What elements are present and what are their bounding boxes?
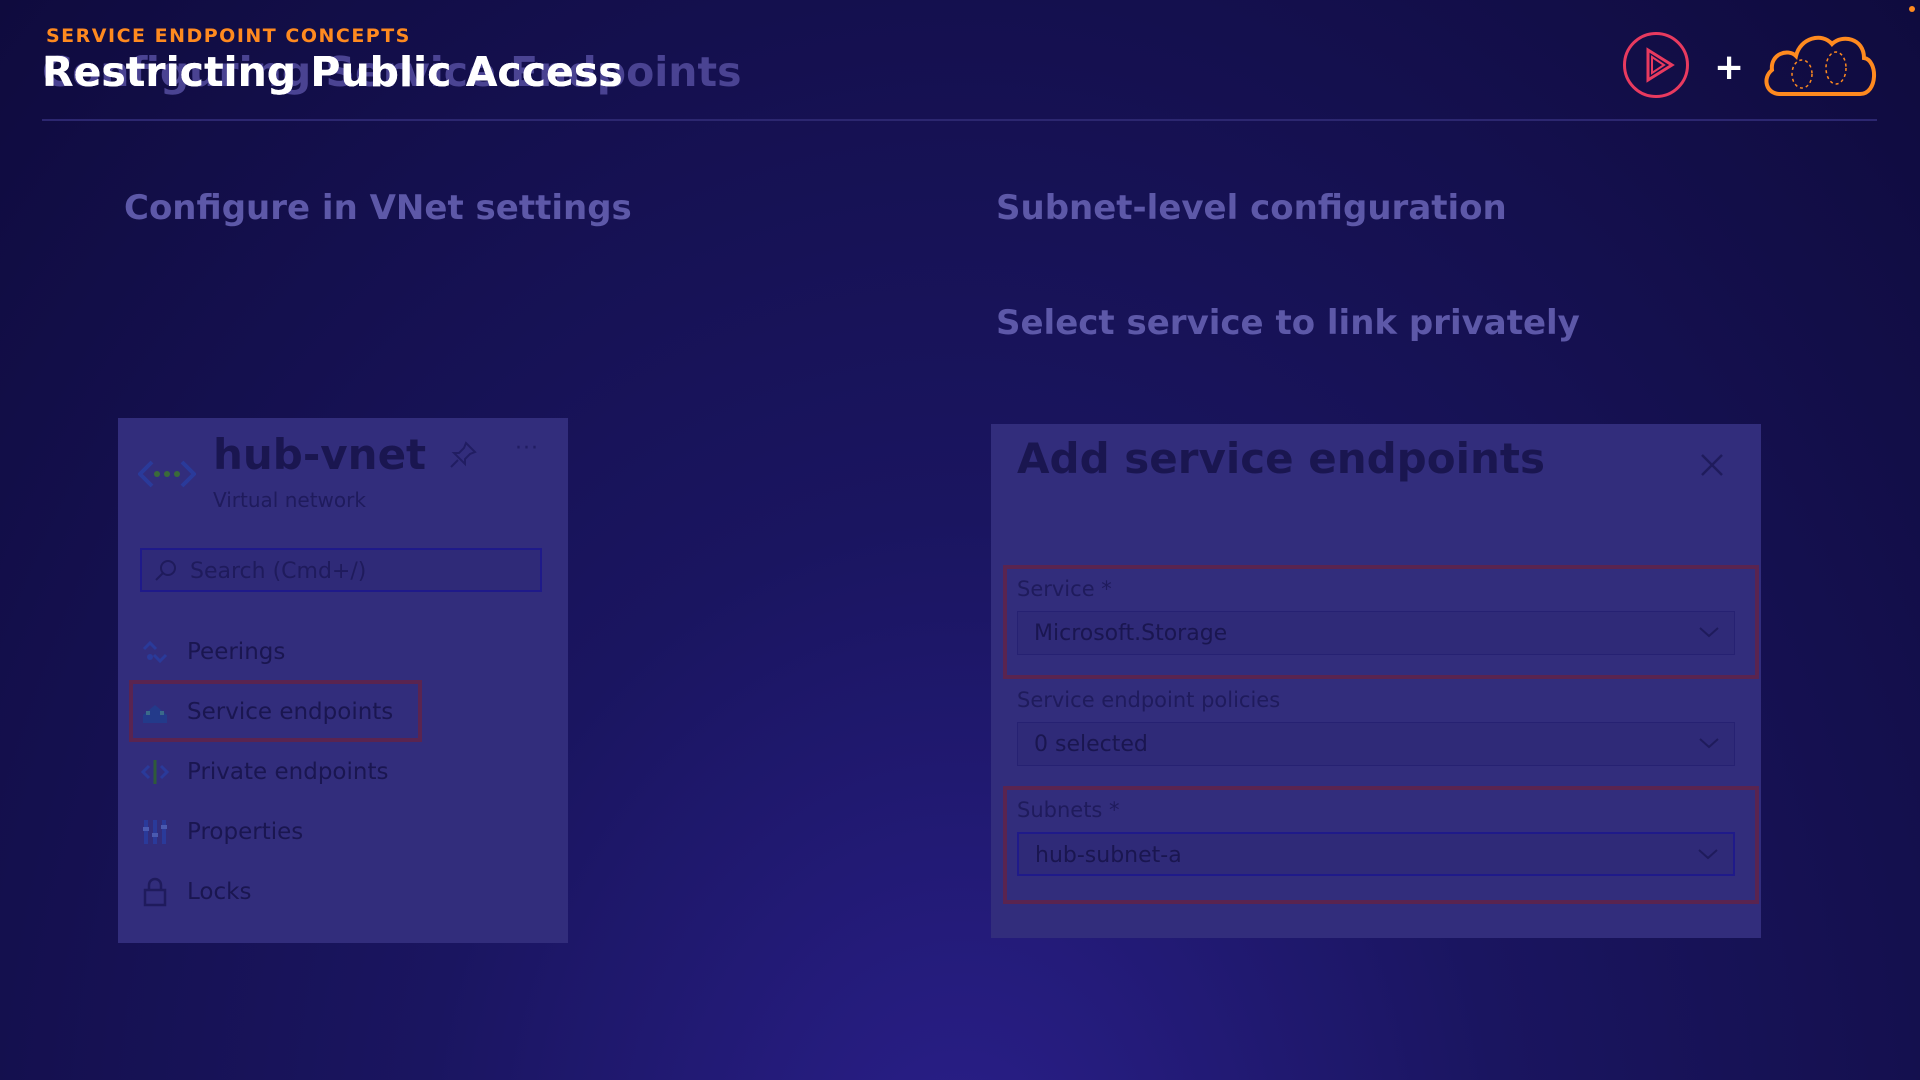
corner-dot <box>1909 6 1915 12</box>
subnets-select[interactable]: hub-subnet-a <box>1017 832 1735 876</box>
cloud-logo <box>1764 35 1877 96</box>
search-icon <box>155 560 176 581</box>
policies-label: Service endpoint policies <box>1017 688 1281 712</box>
vnet-blade: hub-vnet Virtual network ··· Search (Cmd… <box>118 418 568 943</box>
more-options-icon[interactable]: ··· <box>515 436 539 461</box>
nav-label-private-endpoints: Private endpoints <box>187 759 389 785</box>
service-endpoints-highlight <box>129 680 422 742</box>
policies-select[interactable]: 0 selected <box>1017 722 1735 766</box>
peerings-icon <box>142 640 168 664</box>
service-label: Service * <box>1017 577 1112 601</box>
plus-icon: + <box>1714 47 1745 88</box>
subnets-label: Subnets * <box>1017 798 1120 822</box>
policies-value: 0 selected <box>1034 732 1148 757</box>
close-icon[interactable] <box>1697 450 1727 480</box>
right-section-heading: Subnet-level configuration <box>996 188 1507 228</box>
right-section-subheading: Select service to link privately <box>996 303 1580 343</box>
nav-label-properties: Properties <box>187 819 304 845</box>
subnets-value: hub-subnet-a <box>1035 843 1182 868</box>
search-placeholder: Search (Cmd+/) <box>190 559 367 584</box>
private-endpoints-icon <box>140 760 170 784</box>
nav-item-properties[interactable]: Properties <box>118 803 568 861</box>
nav-item-locks[interactable]: Locks <box>118 863 568 921</box>
nav-item-private-endpoints[interactable]: Private endpoints <box>118 743 568 801</box>
service-value: Microsoft.Storage <box>1034 621 1228 646</box>
dialog-title: Add service endpoints <box>1017 434 1545 483</box>
chevron-down-icon <box>1699 627 1719 638</box>
nav-label-locks: Locks <box>187 879 252 905</box>
pluralsight-logo <box>1623 32 1689 98</box>
left-section-heading: Configure in VNet settings <box>124 188 632 228</box>
nav-label-peerings: Peerings <box>187 639 286 665</box>
add-service-endpoints-dialog: Add service endpoints Service * Microsof… <box>991 424 1761 938</box>
vnet-name: hub-vnet <box>213 430 427 479</box>
header-divider <box>42 119 1877 121</box>
pin-icon[interactable] <box>448 440 478 470</box>
service-select[interactable]: Microsoft.Storage <box>1017 611 1735 655</box>
slide-title: Configuring Service Endpoints Restrictin… <box>42 48 741 104</box>
search-input[interactable]: Search (Cmd+/) <box>140 548 542 592</box>
virtual-network-icon <box>138 460 196 488</box>
vnet-type: Virtual network <box>213 488 366 512</box>
section-kicker: SERVICE ENDPOINT CONCEPTS <box>46 25 411 47</box>
lock-icon <box>143 877 167 907</box>
properties-icon <box>143 820 167 844</box>
chevron-down-icon <box>1699 738 1719 749</box>
slide-title-text: Restricting Public Access <box>42 48 623 96</box>
chevron-down-icon <box>1698 849 1718 860</box>
play-icon <box>1646 47 1675 83</box>
nav-item-peerings[interactable]: Peerings <box>118 623 568 681</box>
